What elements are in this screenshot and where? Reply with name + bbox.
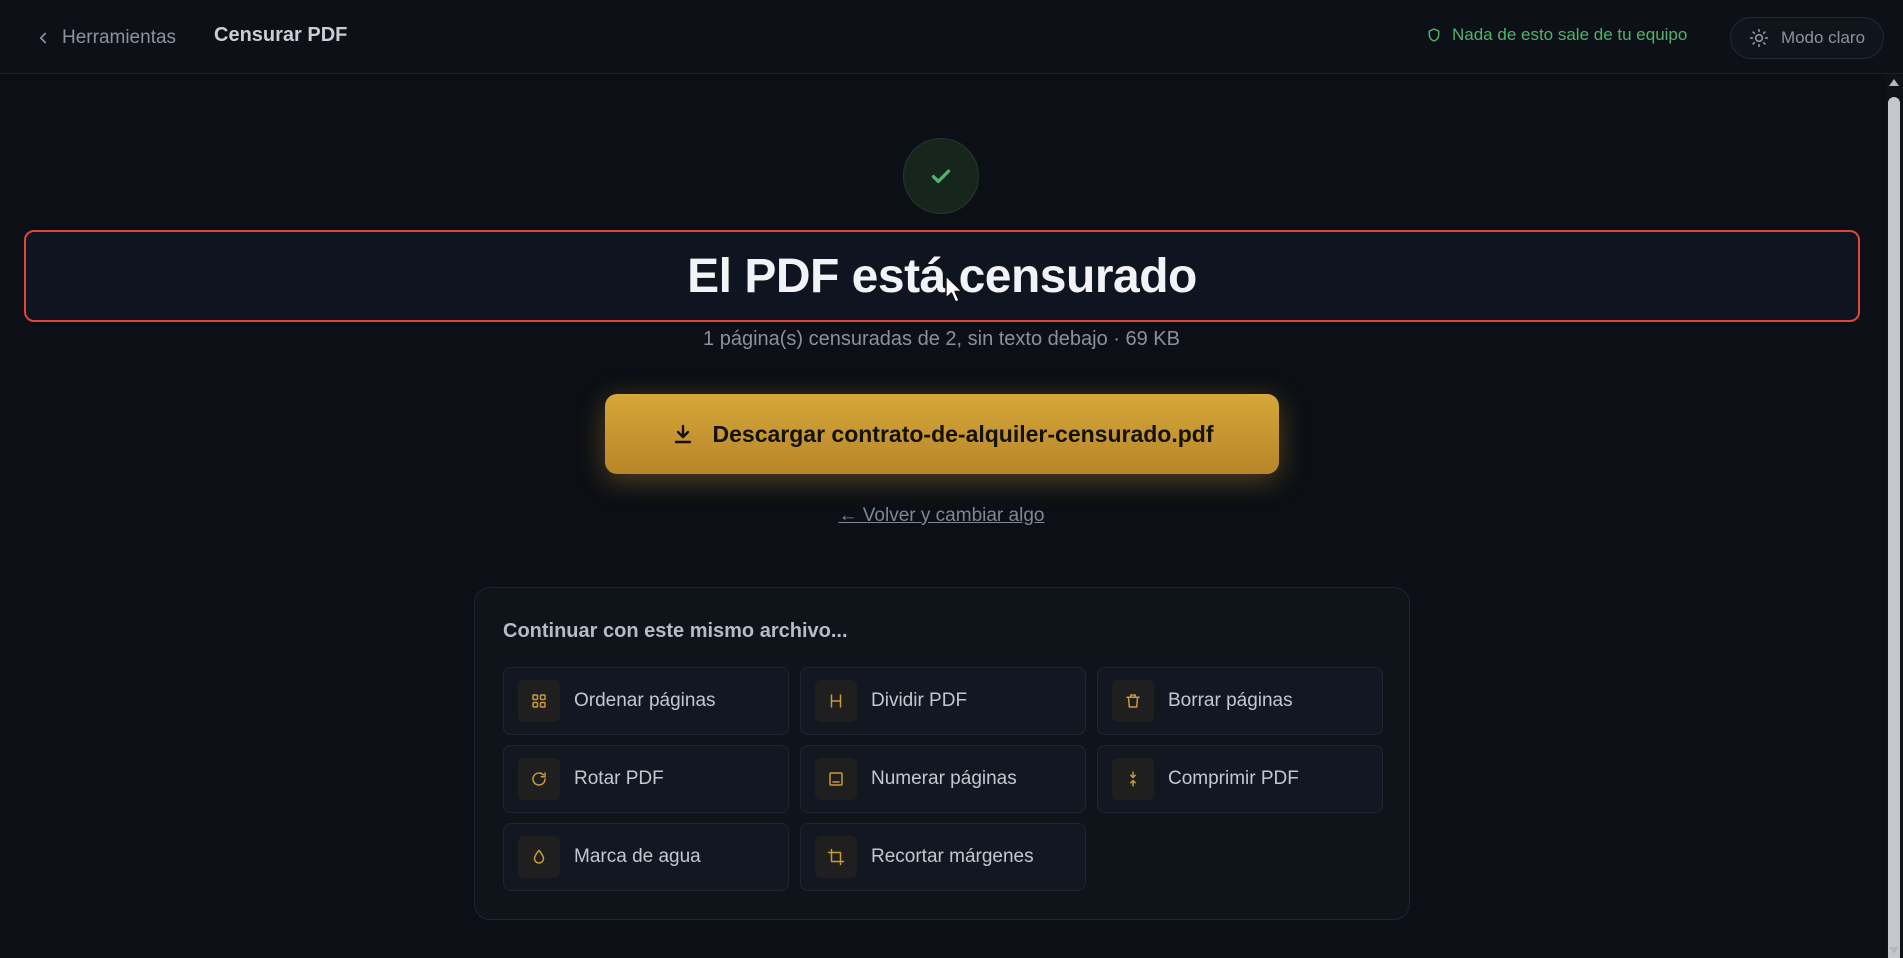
- chevron-left-icon: [39, 32, 47, 44]
- success-badge: [903, 138, 979, 214]
- tool-marca-de-agua[interactable]: Marca de agua: [503, 823, 789, 891]
- tool-ordenar-paginas[interactable]: Ordenar páginas: [503, 667, 789, 735]
- tool-rotar-pdf[interactable]: Rotar PDF: [503, 745, 789, 813]
- checkmark-icon: [931, 169, 951, 184]
- result-summary: 1 página(s) censuradas de 2, sin texto d…: [703, 328, 1180, 350]
- go-back-link[interactable]: ← Volver y cambiar algo: [0, 505, 1883, 527]
- crop-icon: [827, 848, 845, 866]
- tool-borrar-paginas[interactable]: Borrar páginas: [1097, 667, 1383, 735]
- tool-label: Borrar páginas: [1168, 690, 1293, 711]
- top-bar: Herramientas Censurar PDF Nada de esto s…: [0, 0, 1903, 74]
- download-icon: [674, 424, 691, 444]
- tool-label: Dividir PDF: [871, 690, 968, 711]
- tool-label: Comprimir PDF: [1168, 768, 1299, 789]
- rotate-icon: [532, 772, 546, 786]
- trash-icon: [1126, 694, 1140, 708]
- scrollbar-thumb[interactable]: [1888, 97, 1900, 958]
- tool-label: Marca de agua: [574, 846, 701, 867]
- shield-icon: [1428, 28, 1440, 42]
- continue-panel-title: Continuar con este mismo archivo...: [503, 620, 848, 642]
- compress-icon: [1130, 771, 1136, 787]
- page-scrollbar[interactable]: [1885, 75, 1903, 958]
- headline-highlight: El PDF está censurado: [24, 230, 1860, 322]
- continue-panel: Continuar con este mismo archivo... Orde…: [474, 587, 1410, 920]
- tool-label: Ordenar páginas: [574, 690, 716, 711]
- download-button[interactable]: Descargar contrato-de-alquiler-censurado…: [605, 394, 1279, 474]
- scroll-down-arrow-icon[interactable]: [1889, 947, 1899, 954]
- droplet-icon: [533, 849, 545, 864]
- theme-toggle-button[interactable]: Modo claro: [1730, 17, 1884, 59]
- privacy-text: Nada de esto sale de tu equipo: [1452, 25, 1688, 44]
- split-icon: [830, 694, 842, 708]
- sun-icon: [1749, 28, 1769, 48]
- tool-comprimir-pdf[interactable]: Comprimir PDF: [1097, 745, 1383, 813]
- tool-recortar-margenes[interactable]: Recortar márgenes: [800, 823, 1086, 891]
- mouse-cursor-icon: [945, 275, 963, 303]
- result-headline: El PDF está censurado: [687, 249, 1197, 303]
- download-button-label: Descargar contrato-de-alquiler-censurado…: [712, 420, 1214, 447]
- tool-label: Recortar márgenes: [871, 846, 1034, 867]
- page-number-icon: [829, 772, 843, 786]
- theme-toggle-label: Modo claro: [1780, 28, 1866, 47]
- tool-label: Numerar páginas: [871, 768, 1017, 789]
- tool-numerar-paginas[interactable]: Numerar páginas: [800, 745, 1086, 813]
- page-title: Censurar PDF: [214, 24, 348, 46]
- scroll-up-arrow-icon[interactable]: [1889, 79, 1899, 86]
- privacy-notice: Nada de esto sale de tu equipo: [1426, 25, 1687, 45]
- back-link-label: Herramientas: [62, 27, 177, 48]
- grid-icon: [532, 694, 546, 708]
- tool-label: Rotar PDF: [574, 768, 664, 789]
- back-to-tools-link[interactable]: Herramientas: [34, 24, 176, 52]
- tool-dividir-pdf[interactable]: Dividir PDF: [800, 667, 1086, 735]
